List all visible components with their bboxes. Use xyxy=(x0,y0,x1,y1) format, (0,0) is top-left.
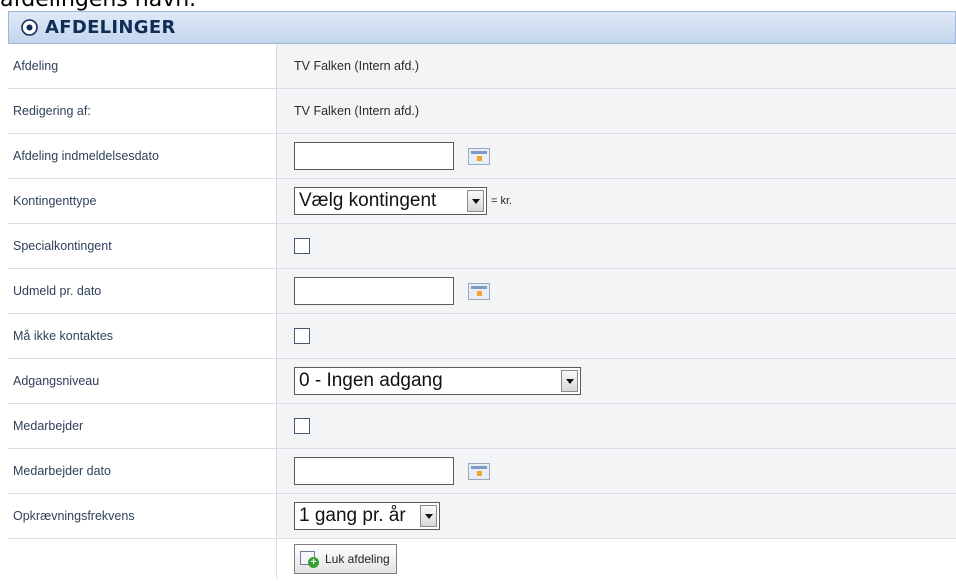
calendar-icon[interactable] xyxy=(468,462,490,480)
row-udmeld: Udmeld pr. dato xyxy=(8,269,956,314)
chevron-down-icon[interactable] xyxy=(467,190,484,212)
adgangsniveau-cell: 0 - Ingen adgang xyxy=(277,359,956,403)
ikke-kontaktes-cell xyxy=(277,314,956,358)
form-table: Afdeling TV Falken (Intern afd.) Rediger… xyxy=(8,44,956,579)
button-label: Luk afdeling xyxy=(325,552,390,566)
specialkontingent-checkbox[interactable] xyxy=(294,238,310,254)
field-label: Kontingenttype xyxy=(8,179,277,223)
indmeldelsesdato-cell xyxy=(277,134,956,178)
field-label: Adgangsniveau xyxy=(8,359,277,403)
row-actions: + Luk afdeling xyxy=(8,539,956,579)
redigering-value: TV Falken (Intern afd.) xyxy=(277,89,956,133)
row-ikke-kontaktes: Må ikke kontaktes xyxy=(8,314,956,359)
row-afdeling: Afdeling TV Falken (Intern afd.) xyxy=(8,44,956,89)
field-label: Opkrævningsfrekvens xyxy=(8,494,277,538)
row-specialkontingent: Specialkontingent xyxy=(8,224,956,269)
amount-suffix: = kr. xyxy=(491,195,513,207)
row-indmeldelsesdato: Afdeling indmeldelsesdato xyxy=(8,134,956,179)
row-medarbejder: Medarbejder xyxy=(8,404,956,449)
collapse-circle-icon[interactable] xyxy=(21,19,38,36)
ikke-kontaktes-checkbox[interactable] xyxy=(294,328,310,344)
select-value: 0 - Ingen adgang xyxy=(299,370,443,391)
opkraevning-cell: 1 gang pr. år xyxy=(277,494,956,538)
field-label: Afdeling xyxy=(8,44,277,88)
select-value: 1 gang pr. år xyxy=(299,505,406,526)
afdelinger-panel: AFDELINGER Afdeling TV Falken (Intern af… xyxy=(8,11,956,583)
panel-title: AFDELINGER xyxy=(45,17,176,38)
chevron-down-icon[interactable] xyxy=(561,370,578,392)
medarbejder-dato-cell xyxy=(277,449,956,493)
row-kontingenttype: Kontingenttype Vælg kontingent = kr. xyxy=(8,179,956,224)
calendar-icon[interactable] xyxy=(468,282,490,300)
row-opkraevning: Opkrævningsfrekvens 1 gang pr. år xyxy=(8,494,956,539)
actions-cell: + Luk afdeling xyxy=(277,539,956,579)
kontingenttype-select[interactable]: Vælg kontingent xyxy=(294,187,487,215)
chevron-down-icon[interactable] xyxy=(420,505,437,527)
select-value: Vælg kontingent xyxy=(299,190,437,211)
calendar-icon[interactable] xyxy=(468,147,490,165)
field-label: Medarbejder xyxy=(8,404,277,448)
row-medarbejder-dato: Medarbejder dato xyxy=(8,449,956,494)
adgangsniveau-select[interactable]: 0 - Ingen adgang xyxy=(294,367,581,395)
medarbejder-checkbox[interactable] xyxy=(294,418,310,434)
row-redigering: Redigering af: TV Falken (Intern afd.) xyxy=(8,89,956,134)
field-label: Medarbejder dato xyxy=(8,449,277,493)
panel-header[interactable]: AFDELINGER xyxy=(8,11,956,44)
udmeld-input[interactable] xyxy=(294,277,454,305)
medarbejder-dato-input[interactable] xyxy=(294,457,454,485)
opkraevning-select[interactable]: 1 gang pr. år xyxy=(294,502,440,530)
udmeld-cell xyxy=(277,269,956,313)
field-label: Afdeling indmeldelsesdato xyxy=(8,134,277,178)
field-label: Udmeld pr. dato xyxy=(8,269,277,313)
kontingenttype-cell: Vælg kontingent = kr. xyxy=(277,179,956,223)
afdeling-value: TV Falken (Intern afd.) xyxy=(277,44,956,88)
specialkontingent-cell xyxy=(277,224,956,268)
empty-label xyxy=(8,539,277,579)
add-green-icon: + xyxy=(299,550,319,568)
field-label: Må ikke kontaktes xyxy=(8,314,277,358)
field-label: Specialkontingent xyxy=(8,224,277,268)
medarbejder-cell xyxy=(277,404,956,448)
indmeldelsesdato-input[interactable] xyxy=(294,142,454,170)
field-label: Redigering af: xyxy=(8,89,277,133)
row-adgangsniveau: Adgangsniveau 0 - Ingen adgang xyxy=(8,359,956,404)
luk-afdeling-button[interactable]: + Luk afdeling xyxy=(294,544,397,574)
